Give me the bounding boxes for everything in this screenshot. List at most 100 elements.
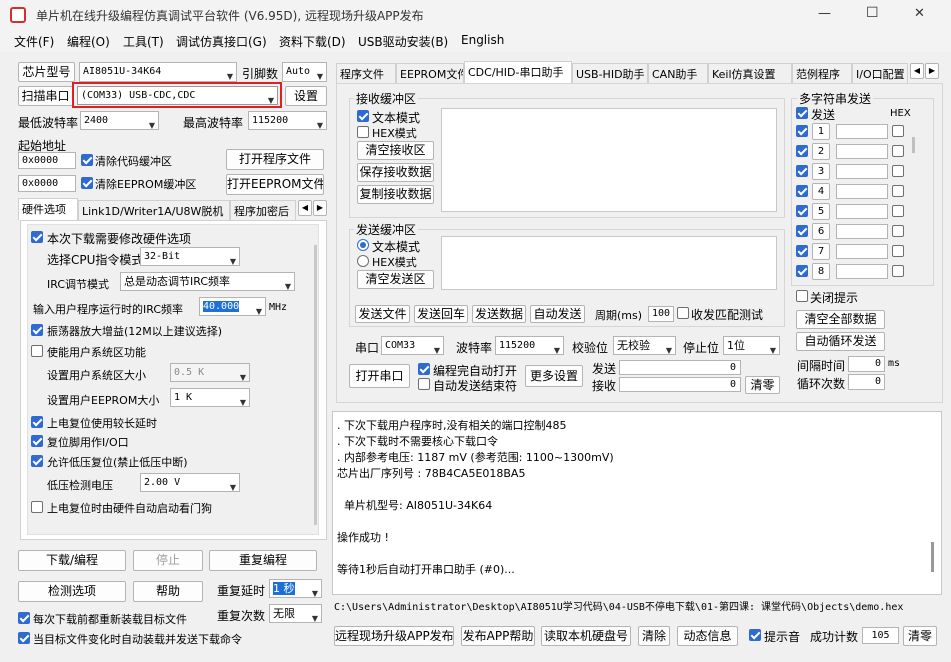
user-sys-area-checkbox[interactable] bbox=[31, 345, 43, 357]
menu-program[interactable]: 编程(O) bbox=[67, 33, 110, 50]
help-button[interactable]: 帮助 bbox=[133, 581, 203, 602]
max-baud-select[interactable]: 115200 ▼ bbox=[248, 111, 327, 130]
copy-receive-button[interactable]: 复制接收数据 bbox=[357, 185, 434, 204]
clear-send-button[interactable]: 清空发送区 bbox=[357, 270, 434, 289]
tab-examples[interactable]: 范例程序 bbox=[792, 63, 852, 83]
stop-bits-select[interactable]: 1位 ▼ bbox=[723, 336, 780, 355]
menu-tools[interactable]: 工具(T) bbox=[123, 33, 164, 50]
baud-select[interactable]: 115200 ▼ bbox=[495, 336, 564, 355]
period-input[interactable]: 100 bbox=[648, 306, 674, 322]
multi-row-send-checkbox[interactable] bbox=[796, 265, 808, 277]
multi-row-input[interactable] bbox=[836, 144, 888, 159]
publish-help-button[interactable]: 发布APP帮助 bbox=[461, 626, 535, 646]
irc-freq-select[interactable]: 40.000 ▼ bbox=[199, 297, 266, 316]
tab-hardware-options[interactable]: 硬件选项 bbox=[18, 198, 78, 220]
receive-textarea[interactable] bbox=[441, 108, 777, 212]
send-file-button[interactable]: 发送文件 bbox=[355, 305, 410, 323]
right-tab-scroll-right[interactable]: ▶ bbox=[925, 63, 939, 79]
irc-mode-select[interactable]: 总是动态调节IRC频率 ▼ bbox=[120, 272, 295, 291]
multi-row-send-checkbox[interactable] bbox=[796, 225, 808, 237]
auto-send-checkbox[interactable] bbox=[18, 632, 30, 644]
tab-program-file[interactable]: 程序文件 bbox=[336, 63, 396, 83]
clear-success-button[interactable]: 清零 bbox=[903, 626, 937, 646]
detect-options-button[interactable]: 检测选项 bbox=[18, 581, 126, 602]
more-settings-button[interactable]: 更多设置 bbox=[525, 365, 583, 387]
remote-publish-button[interactable]: 远程现场升级APP发布 bbox=[334, 626, 454, 646]
maximize-button[interactable]: ☐ bbox=[866, 5, 879, 21]
tab-scroll-right[interactable]: ▶ bbox=[313, 200, 327, 216]
auto-send-button[interactable]: 自动发送 bbox=[530, 305, 585, 323]
multi-row-send-checkbox[interactable] bbox=[796, 205, 808, 217]
multi-row-hex-checkbox[interactable] bbox=[892, 225, 904, 237]
cpu-mode-select[interactable]: 32-Bit ▼ bbox=[140, 247, 240, 266]
tab-can[interactable]: CAN助手 bbox=[648, 63, 708, 83]
send-text-mode-radio[interactable] bbox=[357, 239, 369, 251]
send-textarea[interactable] bbox=[441, 236, 777, 290]
parity-select[interactable]: 无校验 ▼ bbox=[613, 336, 676, 355]
download-program-button[interactable]: 下载/编程 bbox=[18, 550, 126, 571]
menu-download[interactable]: 资料下载(D) bbox=[279, 33, 346, 50]
multi-row-send-button[interactable]: 1 bbox=[812, 123, 830, 140]
pins-select[interactable]: Auto ▼ bbox=[282, 62, 327, 82]
multi-row-send-button[interactable]: 7 bbox=[812, 243, 830, 260]
por-delay-checkbox[interactable] bbox=[31, 416, 43, 428]
output-log[interactable]: . 下次下载用户程序时,没有相关的端口控制485 . 下次下载时不需要核心下载口令… bbox=[332, 411, 942, 595]
auto-open-checkbox[interactable] bbox=[418, 363, 430, 375]
save-receive-button[interactable]: 保存接收数据 bbox=[357, 163, 434, 182]
clear-log-button[interactable]: 清除 bbox=[638, 626, 670, 646]
send-return-button[interactable]: 发送回车 bbox=[414, 305, 468, 323]
multi-row-hex-checkbox[interactable] bbox=[892, 125, 904, 137]
osc-gain-checkbox[interactable] bbox=[31, 324, 43, 336]
port-settings-button[interactable]: 设置 bbox=[285, 86, 327, 106]
dynamic-info-button[interactable]: 动态信息 bbox=[677, 626, 738, 646]
multi-row-send-button[interactable]: 8 bbox=[812, 263, 830, 280]
tab-encryption[interactable]: 程序加密后 bbox=[230, 200, 296, 220]
repeat-program-button[interactable]: 重复编程 bbox=[209, 550, 317, 571]
wdt-checkbox[interactable] bbox=[31, 501, 43, 513]
repeat-count-select[interactable]: 无限 ▼ bbox=[269, 604, 322, 623]
clear-eeprom-checkbox[interactable] bbox=[81, 177, 93, 189]
menu-file[interactable]: 文件(F) bbox=[14, 33, 54, 50]
serial-port-select[interactable]: COM33 ▼ bbox=[381, 336, 444, 355]
multi-row-send-checkbox[interactable] bbox=[796, 165, 808, 177]
send-hex-mode-radio[interactable] bbox=[357, 255, 369, 267]
lvr-checkbox[interactable] bbox=[31, 455, 43, 467]
multi-scrollbar[interactable] bbox=[912, 137, 915, 153]
multi-row-hex-checkbox[interactable] bbox=[892, 265, 904, 277]
interval-input[interactable]: 0 bbox=[848, 356, 885, 372]
hardware-scrollbar[interactable] bbox=[314, 245, 317, 525]
multi-row-send-checkbox[interactable] bbox=[796, 125, 808, 137]
menu-usb-driver[interactable]: USB驱动安装(B) bbox=[358, 33, 448, 50]
clear-all-button[interactable]: 清空全部数据 bbox=[796, 310, 885, 329]
modify-hw-checkbox[interactable] bbox=[31, 231, 43, 243]
chip-model-label[interactable]: 芯片型号 bbox=[18, 62, 75, 82]
multi-row-input[interactable] bbox=[836, 124, 888, 139]
eeprom-address-input[interactable]: 0x0000 bbox=[18, 175, 76, 192]
multi-row-send-button[interactable]: 5 bbox=[812, 203, 830, 220]
multi-row-input[interactable] bbox=[836, 184, 888, 199]
eeprom-size-select[interactable]: 1 K ▼ bbox=[170, 388, 250, 407]
tab-cdc-serial[interactable]: CDC/HID-串口助手 bbox=[464, 61, 572, 83]
loop-count-input[interactable]: 0 bbox=[848, 374, 885, 390]
multi-row-send-checkbox[interactable] bbox=[796, 245, 808, 257]
recv-text-mode-checkbox[interactable] bbox=[357, 110, 369, 122]
multi-row-input[interactable] bbox=[836, 204, 888, 219]
auto-loop-button[interactable]: 自动循环发送 bbox=[796, 332, 885, 351]
chip-model-select[interactable]: AI8051U-34K64 ▼ bbox=[79, 62, 237, 82]
multi-row-send-checkbox[interactable] bbox=[796, 145, 808, 157]
recv-hex-mode-checkbox[interactable] bbox=[357, 126, 369, 138]
clear-code-checkbox[interactable] bbox=[81, 154, 93, 166]
multi-row-send-button[interactable]: 2 bbox=[812, 143, 830, 160]
close-button[interactable]: ✕ bbox=[914, 6, 925, 21]
close-tip-checkbox[interactable] bbox=[796, 290, 808, 302]
multi-row-send-checkbox[interactable] bbox=[796, 185, 808, 197]
min-baud-select[interactable]: 2400 ▼ bbox=[80, 111, 159, 130]
port-select[interactable]: (COM33) USB-CDC,CDC ▼ bbox=[77, 86, 278, 105]
reload-each-checkbox[interactable] bbox=[18, 612, 30, 624]
menu-english[interactable]: English bbox=[461, 33, 504, 47]
multi-row-input[interactable] bbox=[836, 164, 888, 179]
multi-row-hex-checkbox[interactable] bbox=[892, 165, 904, 177]
tab-offline-writer[interactable]: Link1D/Writer1A/U8W脱机 bbox=[78, 200, 230, 220]
multi-row-hex-checkbox[interactable] bbox=[892, 205, 904, 217]
multi-row-send-button[interactable]: 4 bbox=[812, 183, 830, 200]
